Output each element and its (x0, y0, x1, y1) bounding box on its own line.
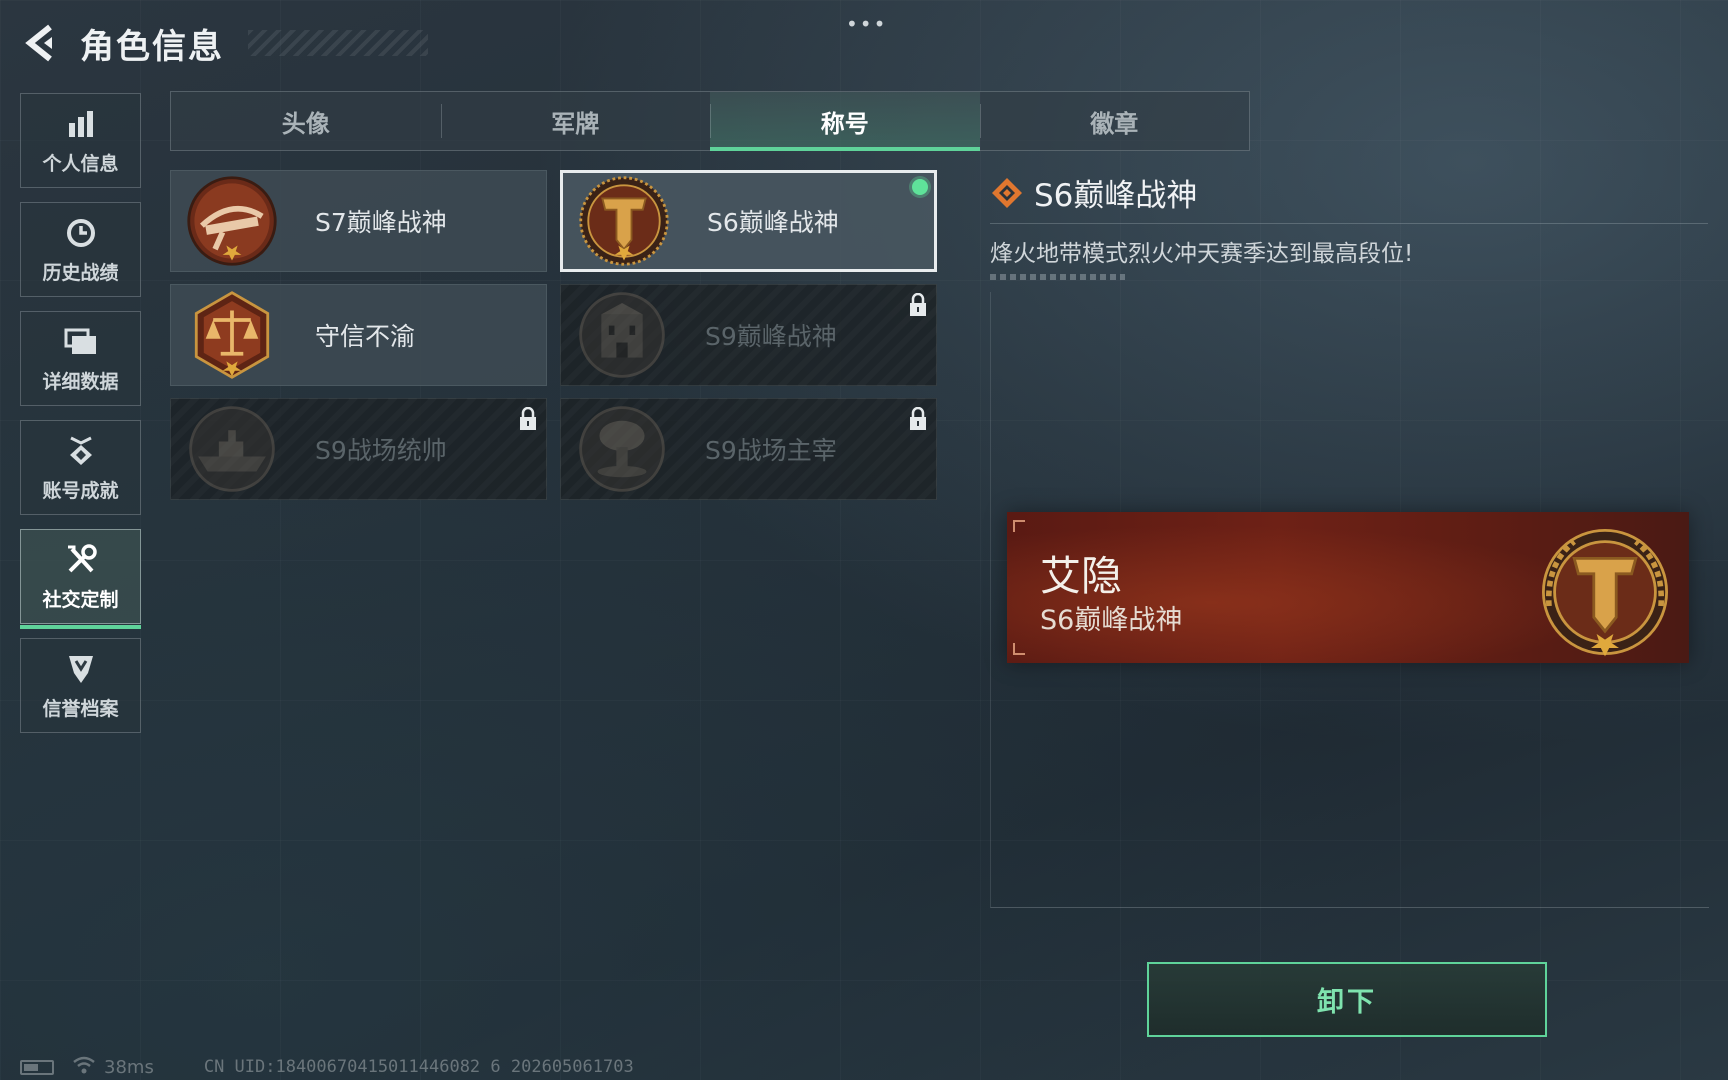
preview-title-name: S6巅峰战神 (1040, 605, 1183, 636)
title-card-locked[interactable]: S9巅峰战神 (560, 284, 937, 386)
sidebar-item-label: 信誉档案 (42, 698, 119, 720)
title-card-selected[interactable]: S6巅峰战神 (560, 170, 937, 272)
lock-icon (910, 407, 926, 430)
diamond-icon (992, 177, 1022, 208)
detail-title: S6巅峰战神 (1034, 178, 1198, 214)
sidebar-item-credit-record[interactable]: 信誉档案 (20, 638, 141, 733)
tools-icon (64, 541, 98, 579)
ping-value: 38ms (104, 1056, 154, 1078)
preview-player-name: 艾隐 (1040, 552, 1122, 600)
divider (990, 223, 1708, 224)
sidebar-item-history[interactable]: 历史战绩 (20, 202, 141, 297)
shield-icon (66, 650, 96, 688)
back-arrow-icon[interactable] (20, 21, 60, 65)
equipped-indicator (912, 179, 928, 195)
sidebar: 个人信息 历史战绩 详细数据 账号成就 社交定制 信誉档案 (20, 93, 143, 747)
page-header: 角色信息 (20, 18, 428, 68)
title-card[interactable]: S7巅峰战神 (170, 170, 547, 272)
bar-chart-icon (66, 105, 96, 143)
crossbow-badge-icon (187, 176, 277, 266)
sidebar-item-label: 详细数据 (42, 371, 119, 393)
lock-icon (520, 407, 536, 430)
ship-badge-icon (189, 406, 275, 492)
scales-badge-icon (194, 291, 270, 379)
title-card-name: S9战场主宰 (705, 436, 837, 465)
title-card-name: 守信不渝 (315, 322, 416, 351)
tab-dog-tag[interactable]: 军牌 (440, 92, 711, 150)
clock-icon (65, 214, 97, 252)
sidebar-item-achievements[interactable]: 账号成就 (20, 420, 141, 515)
unequip-button[interactable]: 卸下 (1147, 962, 1547, 1037)
decorative-dash (990, 274, 1125, 280)
t-shield-badge-icon (579, 176, 669, 266)
building-badge-icon (579, 292, 665, 378)
achievement-icon (66, 432, 96, 470)
tab-badge[interactable]: 徽章 (979, 92, 1250, 150)
t-shield-badge-icon (1542, 529, 1668, 657)
battery-icon (20, 1059, 54, 1075)
corner-bracket (1013, 643, 1025, 655)
title-card[interactable]: 守信不渝 (170, 284, 547, 386)
title-card-name: S9战场统帅 (315, 436, 447, 465)
title-card-name: S9巅峰战神 (705, 322, 837, 351)
status-bar: 38ms CN UID:18400670415011446082 6 20260… (20, 1055, 634, 1079)
sidebar-item-label: 个人信息 (42, 153, 119, 175)
mushroom-cloud-badge-icon (579, 406, 665, 492)
tab-title[interactable]: 称号 (710, 92, 980, 151)
title-card-locked[interactable]: S9战场主宰 (560, 398, 937, 500)
sidebar-item-label: 历史战绩 (42, 262, 119, 284)
tab-avatar[interactable]: 头像 (171, 92, 441, 150)
lock-icon (910, 293, 926, 316)
page-title: 角色信息 (80, 26, 224, 67)
title-decoration (248, 30, 428, 56)
sidebar-item-detailed-data[interactable]: 详细数据 (20, 311, 141, 406)
sidebar-item-label: 账号成就 (42, 480, 119, 502)
title-card-locked[interactable]: S9战场统帅 (170, 398, 547, 500)
title-preview-card: 艾隐 S6巅峰战神 (1007, 512, 1689, 663)
uid-text: CN UID:18400670415011446082 6 2026050617… (203, 1057, 634, 1077)
corner-bracket (1013, 520, 1025, 532)
sidebar-item-personal-info[interactable]: 个人信息 (20, 93, 141, 188)
more-options-icon[interactable]: ••• (846, 12, 887, 36)
sidebar-item-label: 社交定制 (42, 589, 119, 611)
title-card-name: S7巅峰战神 (315, 208, 447, 237)
category-tabs: 头像 军牌 称号 徽章 (170, 91, 1250, 151)
detail-description: 烽火地带模式烈火冲天赛季达到最高段位! (990, 241, 1414, 267)
folder-icon (64, 323, 98, 361)
title-card-name: S6巅峰战神 (707, 208, 839, 237)
wifi-icon (72, 1056, 96, 1079)
sidebar-item-social-custom[interactable]: 社交定制 (20, 529, 141, 629)
title-detail-panel: S6巅峰战神 烽火地带模式烈火冲天赛季达到最高段位! (990, 170, 1708, 280)
detail-header: S6巅峰战神 (990, 170, 1708, 215)
